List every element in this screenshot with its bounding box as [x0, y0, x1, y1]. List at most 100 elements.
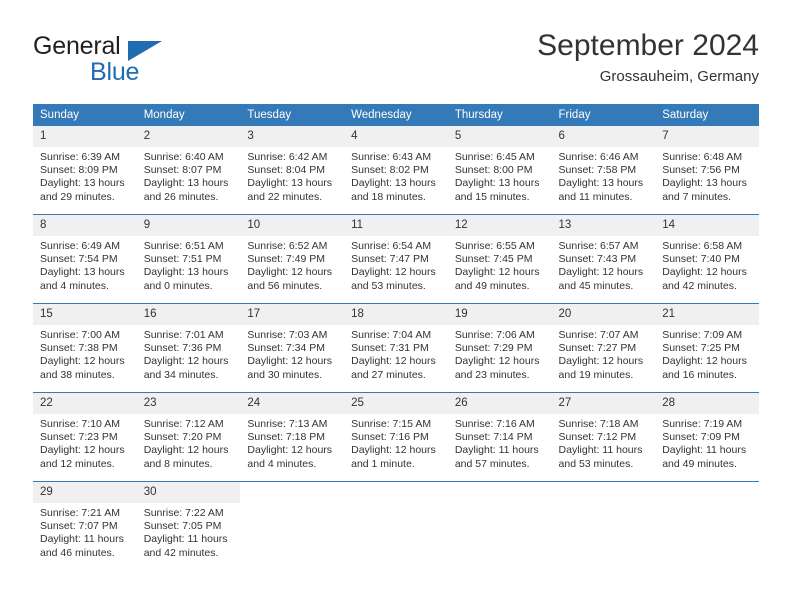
calendar-cell: 7 Sunrise: 6:48 AM Sunset: 7:56 PM Daylight… [655, 126, 759, 215]
sunset-time: Sunset: 7:40 PM [662, 253, 740, 266]
day-details: Sunrise: 7:07 AM Sunset: 7:27 PM Daylight:… [552, 325, 656, 382]
daylight-duration-line1: Daylight: 12 hours [351, 444, 436, 457]
calendar-cell: 23 Sunrise: 7:12 AM Sunset: 7:20 PM Dayligh… [136, 392, 241, 482]
daylight-duration-line2: and 57 minutes. [454, 457, 530, 470]
sunset-time: Sunset: 7:25 PM [662, 342, 740, 355]
daylight-duration-line1: Daylight: 12 hours [247, 355, 333, 368]
day-number: 3 [240, 126, 345, 147]
sunset-time: Sunset: 7:56 PM [662, 164, 740, 177]
day-cell-empty [240, 482, 345, 570]
day-number [344, 482, 448, 503]
day-details: Sunrise: 6:54 AM Sunset: 7:47 PM Daylight:… [344, 236, 448, 293]
day-cell[interactable]: 26 Sunrise: 7:16 AM Sunset: 7:14 PM Dayligh… [447, 393, 552, 481]
day-cell[interactable]: 16 Sunrise: 7:01 AM Sunset: 7:36 PM Dayligh… [136, 304, 241, 392]
day-cell[interactable]: 25 Sunrise: 7:15 AM Sunset: 7:16 PM Dayligh… [344, 393, 448, 481]
calendar-week-row: 8 Sunrise: 6:49 AM Sunset: 7:54 PM Daylight… [33, 214, 759, 304]
day-cell[interactable]: 30 Sunrise: 7:22 AM Sunset: 7:05 PM Dayligh… [136, 482, 241, 570]
weekday-header-row: Sunday Monday Tuesday Wednesday Thursday… [33, 104, 759, 126]
day-cell[interactable]: 11 Sunrise: 6:54 AM Sunset: 7:47 PM Dayligh… [344, 215, 448, 303]
day-details [552, 503, 656, 507]
day-cell[interactable]: 21 Sunrise: 7:09 AM Sunset: 7:25 PM Dayligh… [655, 304, 759, 392]
day-cell[interactable]: 4 Sunrise: 6:43 AM Sunset: 8:02 PM Daylight… [344, 126, 448, 214]
day-number [240, 482, 345, 503]
weekday-header-wednesday: Wednesday [344, 104, 448, 126]
day-cell[interactable]: 10 Sunrise: 6:52 AM Sunset: 7:49 PM Dayligh… [240, 215, 345, 303]
calendar-cell: 17 Sunrise: 7:03 AM Sunset: 7:34 PM Dayligh… [240, 303, 345, 393]
daylight-duration-line2: and 42 minutes. [662, 279, 737, 292]
day-cell[interactable]: 18 Sunrise: 7:04 AM Sunset: 7:31 PM Dayligh… [344, 304, 448, 392]
day-cell[interactable]: 1 Sunrise: 6:39 AM Sunset: 8:09 PM Daylight… [33, 126, 137, 214]
day-number [655, 482, 759, 503]
daylight-duration-line1: Daylight: 12 hours [40, 444, 125, 457]
sunset-time: Sunset: 7:47 PM [351, 253, 429, 266]
sunrise-time: Sunrise: 7:18 AM [558, 418, 639, 430]
day-cell[interactable]: 28 Sunrise: 7:19 AM Sunset: 7:09 PM Dayligh… [655, 393, 759, 481]
sunrise-time: Sunrise: 7:12 AM [143, 418, 224, 430]
day-number: 26 [447, 393, 552, 414]
day-cell[interactable]: 8 Sunrise: 6:49 AM Sunset: 7:54 PM Daylight… [33, 215, 137, 303]
sunset-time: Sunset: 7:36 PM [143, 342, 222, 355]
day-cell[interactable]: 7 Sunrise: 6:48 AM Sunset: 7:56 PM Daylight… [655, 126, 759, 214]
calendar-cell: 24 Sunrise: 7:13 AM Sunset: 7:18 PM Dayligh… [240, 392, 345, 482]
day-details: Sunrise: 7:13 AM Sunset: 7:18 PM Daylight:… [240, 414, 344, 471]
calendar-cell: 25 Sunrise: 7:15 AM Sunset: 7:16 PM Dayligh… [344, 392, 448, 482]
daylight-duration-line2: and 42 minutes. [143, 546, 219, 559]
daylight-duration-line1: Daylight: 12 hours [143, 355, 229, 368]
daylight-duration-line1: Daylight: 13 hours [143, 177, 229, 190]
day-number: 9 [136, 215, 241, 236]
day-cell[interactable]: 5 Sunrise: 6:45 AM Sunset: 8:00 PM Daylight… [447, 126, 552, 214]
day-cell[interactable]: 12 Sunrise: 6:55 AM Sunset: 7:45 PM Dayligh… [447, 215, 552, 303]
sunrise-time: Sunrise: 7:03 AM [247, 329, 328, 341]
calendar-cell: 21 Sunrise: 7:09 AM Sunset: 7:25 PM Dayligh… [655, 303, 759, 393]
day-cell[interactable]: 27 Sunrise: 7:18 AM Sunset: 7:12 PM Dayligh… [551, 393, 656, 481]
day-cell[interactable]: 14 Sunrise: 6:58 AM Sunset: 7:40 PM Dayligh… [655, 215, 759, 303]
sunrise-time: Sunrise: 6:57 AM [558, 240, 639, 252]
daylight-duration-line1: Daylight: 13 hours [558, 177, 644, 190]
general-blue-logo[interactable]: General Blue [33, 32, 233, 88]
calendar-cell: 9 Sunrise: 6:51 AM Sunset: 7:51 PM Daylight… [136, 214, 241, 304]
sunrise-time: Sunrise: 7:09 AM [662, 329, 743, 341]
day-cell[interactable]: 22 Sunrise: 7:10 AM Sunset: 7:23 PM Dayligh… [33, 393, 137, 481]
day-cell[interactable]: 3 Sunrise: 6:42 AM Sunset: 8:04 PM Daylight… [240, 126, 345, 214]
sunrise-time: Sunrise: 7:10 AM [40, 418, 120, 430]
day-number: 13 [551, 215, 656, 236]
day-number: 1 [33, 126, 137, 147]
logo-text-blue: Blue [90, 58, 140, 86]
sunset-time: Sunset: 7:29 PM [454, 342, 533, 355]
calendar-cell: 30 Sunrise: 7:22 AM Sunset: 7:05 PM Dayligh… [136, 481, 241, 570]
day-cell[interactable]: 20 Sunrise: 7:07 AM Sunset: 7:27 PM Dayligh… [551, 304, 656, 392]
daylight-duration-line1: Daylight: 13 hours [662, 177, 747, 190]
day-number: 12 [447, 215, 552, 236]
daylight-duration-line2: and 29 minutes. [40, 190, 115, 203]
day-cell[interactable]: 6 Sunrise: 6:46 AM Sunset: 7:58 PM Daylight… [551, 126, 656, 214]
day-cell[interactable]: 2 Sunrise: 6:40 AM Sunset: 8:07 PM Daylight… [136, 126, 241, 214]
calendar-cell: 13 Sunrise: 6:57 AM Sunset: 7:43 PM Dayligh… [551, 214, 656, 304]
calendar-cell: 3 Sunrise: 6:42 AM Sunset: 8:04 PM Daylight… [240, 126, 345, 215]
day-details: Sunrise: 6:49 AM Sunset: 7:54 PM Daylight:… [33, 236, 137, 293]
day-cell[interactable]: 19 Sunrise: 7:06 AM Sunset: 7:29 PM Dayligh… [447, 304, 552, 392]
day-details: Sunrise: 7:03 AM Sunset: 7:34 PM Daylight:… [240, 325, 344, 382]
calendar-week-row: 22 Sunrise: 7:10 AM Sunset: 7:23 PM Dayligh… [33, 392, 759, 482]
day-details: Sunrise: 6:51 AM Sunset: 7:51 PM Daylight:… [137, 236, 241, 293]
day-cell[interactable]: 15 Sunrise: 7:00 AM Sunset: 7:38 PM Dayligh… [33, 304, 137, 392]
calendar-cell: 22 Sunrise: 7:10 AM Sunset: 7:23 PM Dayligh… [33, 392, 137, 482]
daylight-duration-line1: Daylight: 12 hours [558, 266, 644, 279]
day-number: 22 [33, 393, 137, 414]
day-cell[interactable]: 24 Sunrise: 7:13 AM Sunset: 7:18 PM Dayligh… [240, 393, 345, 481]
day-cell-empty [551, 482, 656, 570]
calendar-cell: 8 Sunrise: 6:49 AM Sunset: 7:54 PM Daylight… [33, 214, 137, 304]
sunset-time: Sunset: 7:54 PM [40, 253, 118, 266]
day-cell[interactable]: 13 Sunrise: 6:57 AM Sunset: 7:43 PM Dayligh… [551, 215, 656, 303]
daylight-duration-line2: and 15 minutes. [454, 190, 530, 203]
day-cell[interactable]: 9 Sunrise: 6:51 AM Sunset: 7:51 PM Daylight… [136, 215, 241, 303]
day-details: Sunrise: 6:57 AM Sunset: 7:43 PM Daylight:… [552, 236, 656, 293]
day-cell[interactable]: 23 Sunrise: 7:12 AM Sunset: 7:20 PM Dayligh… [136, 393, 241, 481]
sunset-time: Sunset: 7:43 PM [558, 253, 637, 266]
day-cell[interactable]: 29 Sunrise: 7:21 AM Sunset: 7:07 PM Dayligh… [33, 482, 137, 570]
day-cell[interactable]: 17 Sunrise: 7:03 AM Sunset: 7:34 PM Dayligh… [240, 304, 345, 392]
calendar-cell: 5 Sunrise: 6:45 AM Sunset: 8:00 PM Daylight… [447, 126, 552, 215]
daylight-duration-line2: and 7 minutes. [662, 190, 732, 203]
sunset-time: Sunset: 7:51 PM [143, 253, 222, 266]
weekday-header-saturday: Saturday [655, 104, 759, 126]
daylight-duration-line2: and 56 minutes. [247, 279, 323, 292]
